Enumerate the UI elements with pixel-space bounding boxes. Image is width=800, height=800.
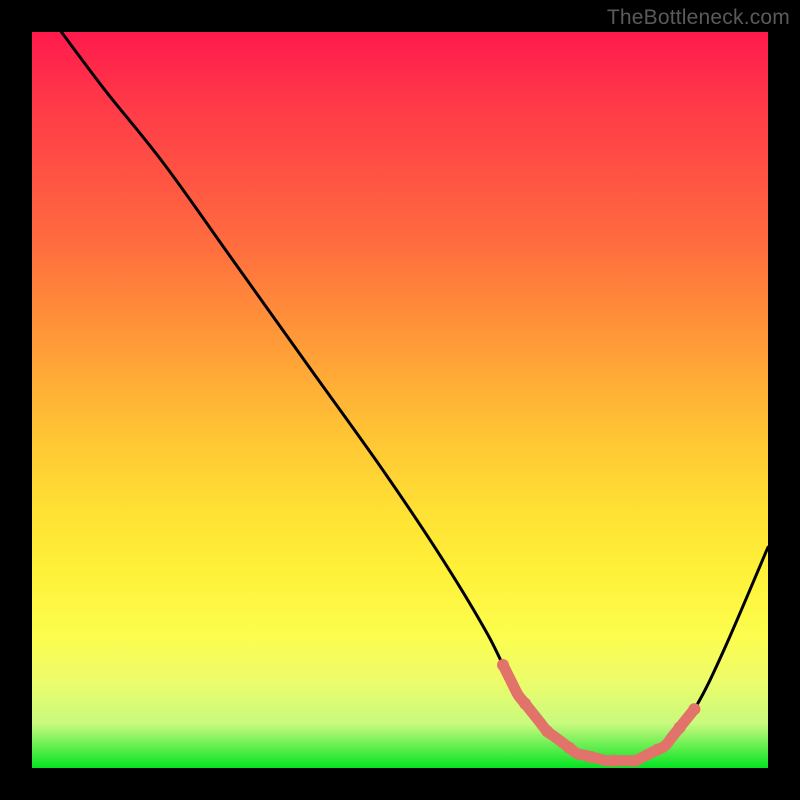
optimal-dot bbox=[563, 742, 575, 754]
optimal-dot bbox=[519, 698, 531, 710]
watermark-text: TheBottleneck.com bbox=[607, 6, 790, 30]
optimal-dot bbox=[652, 744, 664, 756]
optimal-dot bbox=[607, 755, 619, 767]
optimal-dot bbox=[585, 751, 597, 763]
chart-frame: TheBottleneck.com bbox=[0, 0, 800, 800]
optimal-dot bbox=[541, 725, 553, 737]
plot-area bbox=[32, 32, 768, 768]
optimal-dot bbox=[674, 722, 686, 734]
bottleneck-curve bbox=[61, 32, 768, 762]
optimal-dot bbox=[497, 659, 509, 671]
optimal-range-highlight bbox=[503, 665, 694, 761]
optimal-dot bbox=[688, 703, 700, 715]
chart-svg bbox=[32, 32, 768, 768]
optimal-dot bbox=[630, 755, 642, 767]
